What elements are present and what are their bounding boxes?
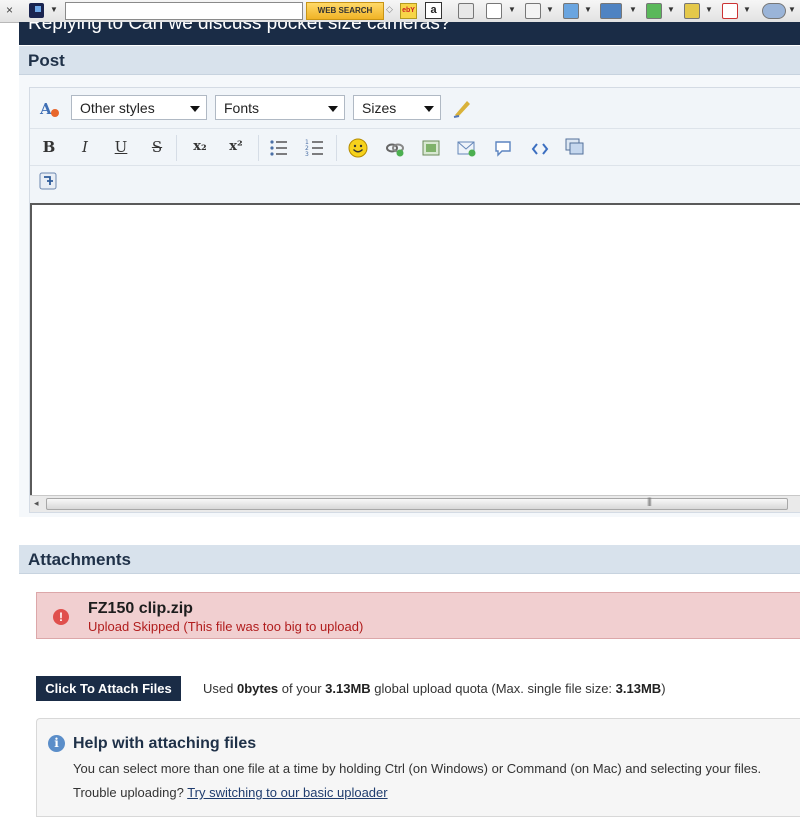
chevron-down-icon[interactable]: ▼: [508, 5, 516, 14]
editor-toolbar-row-1: A Other styles Fonts Sizes: [30, 88, 800, 129]
chevron-down-icon: [190, 106, 200, 112]
amazon-icon[interactable]: a: [425, 2, 442, 19]
post-textarea[interactable]: [30, 203, 800, 495]
chevron-down-icon[interactable]: ▼: [788, 5, 796, 14]
quota-of-label: of your: [278, 681, 326, 696]
toolbar-divider: [176, 135, 177, 161]
toolbar-logo-icon[interactable]: [29, 3, 44, 18]
separator-icon: ◇: [386, 4, 393, 14]
attachments-section-header: Attachments: [19, 545, 800, 574]
pencil-toolbar-icon[interactable]: [458, 3, 474, 19]
svg-text:A: A: [39, 100, 52, 118]
web-search-button[interactable]: WEB SEARCH: [306, 2, 384, 20]
quota-max-value: 3.13MB: [615, 681, 662, 696]
basic-uploader-link[interactable]: Try switching to our basic uploader: [187, 785, 387, 800]
toggle-mode-icon[interactable]: [38, 171, 60, 193]
upload-error-box: ! FZ150 clip.zip Upload Skipped (This fi…: [36, 592, 800, 639]
subscript-button[interactable]: x₂: [189, 136, 211, 158]
reply-title: Replying to Can we discuss pocket size c…: [28, 22, 451, 34]
post-section-title: Post: [28, 51, 65, 70]
remove-format-icon[interactable]: A: [39, 97, 61, 119]
upload-quota-text: Used 0bytes of your 3.13MB global upload…: [203, 681, 666, 696]
quota-total-value: 3.13MB: [325, 681, 371, 696]
weather-icon[interactable]: [762, 3, 786, 19]
smiley-icon[interactable]: [347, 137, 369, 159]
link-icon[interactable]: [384, 138, 406, 160]
toolbar-divider: [258, 135, 259, 161]
chevron-down-icon[interactable]: ▼: [546, 5, 554, 14]
chevron-down-icon[interactable]: ▼: [629, 5, 637, 14]
clock-icon[interactable]: [563, 3, 579, 19]
error-icon: !: [53, 609, 69, 625]
chevron-down-icon: [424, 106, 434, 112]
info-icon: i: [48, 735, 65, 752]
trouble-label: Trouble uploading?: [73, 785, 188, 800]
editor-toolbar-row-2: B I U S x₂ x² 123: [30, 129, 800, 166]
toolbar-search-input[interactable]: [65, 2, 303, 20]
help-title: Help with attaching files: [73, 735, 257, 752]
puzzle-icon[interactable]: [646, 3, 662, 19]
browser-toolbar: × ▼ WEB SEARCH ◇ ebY a ▼ ▼ ▼ ▼ ▼ ▼ ▼ ▼: [0, 0, 800, 23]
image-icon[interactable]: [421, 138, 443, 160]
numbered-list-icon[interactable]: 123: [305, 138, 325, 158]
styles-dropdown[interactable]: Other styles: [71, 95, 207, 120]
styles-dropdown-label: Other styles: [80, 100, 155, 116]
quota-end-label: ): [661, 681, 666, 696]
brush-icon[interactable]: [451, 97, 473, 119]
attachments-section-title: Attachments: [28, 550, 131, 569]
horizontal-scrollbar[interactable]: ◂ |||: [30, 495, 800, 512]
fonts-dropdown[interactable]: Fonts: [215, 95, 345, 120]
attach-help-box: i Help with attaching files You can sele…: [36, 718, 800, 817]
svg-text:3: 3: [305, 151, 309, 158]
quota-used-label: Used: [203, 681, 237, 696]
bold-button[interactable]: B: [38, 136, 60, 158]
chevron-down-icon[interactable]: ▼: [705, 5, 713, 14]
bullet-list-icon[interactable]: [269, 138, 289, 158]
fonts-dropdown-label: Fonts: [224, 100, 260, 116]
quote-icon[interactable]: [493, 138, 515, 160]
help-text: You can select more than one file at a t…: [73, 761, 762, 776]
sizes-dropdown[interactable]: Sizes: [353, 95, 441, 120]
error-message: Upload Skipped (This file was too big to…: [88, 619, 364, 634]
italic-button[interactable]: I: [74, 136, 96, 158]
toolbar-divider: [336, 135, 337, 161]
calendar-icon[interactable]: [722, 3, 738, 19]
email-icon[interactable]: [456, 138, 478, 160]
close-icon[interactable]: ×: [6, 3, 13, 17]
underline-button[interactable]: U: [110, 136, 132, 158]
scroll-left-icon[interactable]: ◂: [34, 498, 39, 509]
chevron-down-icon[interactable]: ▼: [584, 5, 592, 14]
sizes-dropdown-label: Sizes: [362, 100, 397, 116]
flickr-icon[interactable]: [486, 3, 502, 19]
scrollbar-grip-icon: |||: [647, 496, 652, 506]
notes-icon[interactable]: [684, 3, 700, 19]
code-icon[interactable]: [529, 138, 551, 160]
help-trouble-line: Trouble uploading? Try switching to our …: [73, 785, 388, 800]
chevron-down-icon[interactable]: ▼: [743, 5, 751, 14]
chevron-down-icon[interactable]: ▼: [667, 5, 675, 14]
strikethrough-button[interactable]: S: [146, 136, 168, 158]
chevron-down-icon: [328, 106, 338, 112]
quota-mid-label: global upload quota (Max. single file si…: [370, 681, 616, 696]
rich-text-editor: A Other styles Fonts Sizes B I U S x₂ x²…: [29, 87, 800, 513]
media-icon[interactable]: [564, 137, 586, 159]
error-file-name: FZ150 clip.zip: [88, 600, 193, 617]
attach-files-button[interactable]: Click To Attach Files: [36, 676, 181, 701]
post-section-header: Post: [19, 46, 800, 75]
ebay-icon[interactable]: ebY: [400, 3, 417, 19]
mail-icon[interactable]: [600, 3, 622, 19]
scrollbar-thumb[interactable]: |||: [46, 496, 788, 510]
superscript-button[interactable]: x²: [225, 136, 247, 158]
chevron-down-icon[interactable]: ▼: [50, 5, 58, 14]
reply-header: Replying to Can we discuss pocket size c…: [19, 22, 800, 45]
editor-container: A Other styles Fonts Sizes B I U S x₂ x²…: [19, 75, 800, 517]
info-icon[interactable]: [525, 3, 541, 19]
editor-toolbar-row-3: [30, 166, 800, 202]
quota-used-value: 0bytes: [236, 681, 279, 696]
